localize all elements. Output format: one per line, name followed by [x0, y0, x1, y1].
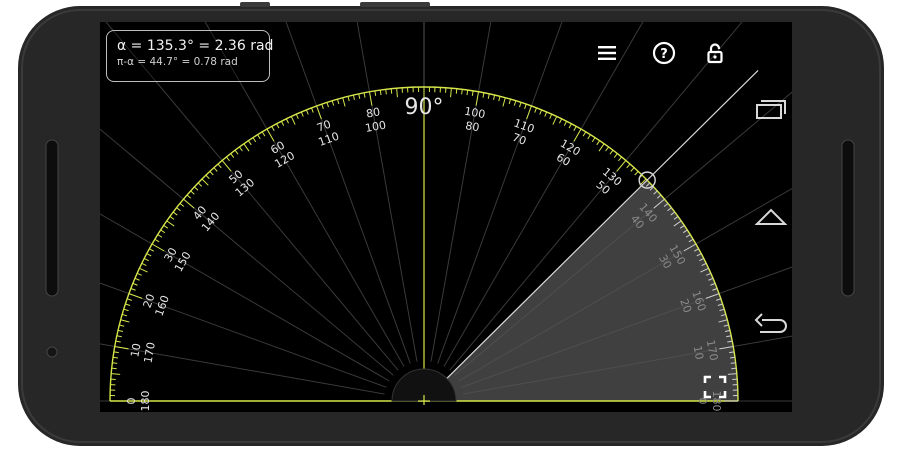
scale-tick — [729, 356, 736, 359]
scale-tick — [466, 89, 469, 96]
scale-label-outer: 0 — [125, 398, 138, 405]
home-icon[interactable] — [752, 200, 790, 232]
volume-button — [240, 2, 270, 7]
scale-tick — [461, 89, 463, 95]
scale-tick — [455, 88, 458, 94]
scale-tick — [385, 89, 387, 95]
scale-tick — [111, 367, 117, 370]
scale-label-outer: 10 — [128, 342, 143, 358]
scale-tick — [731, 367, 737, 370]
angle-info-panel[interactable]: α = 135.3° = 2.36 rad π-α = 44.7° = 0.78… — [106, 30, 274, 82]
help-icon[interactable]: ? — [651, 40, 677, 66]
left-speaker — [45, 139, 59, 297]
recent-apps-icon[interactable] — [752, 94, 790, 126]
scale-tick — [730, 362, 736, 364]
right-speaker — [841, 139, 855, 297]
scale-label-inner: 80 — [464, 119, 480, 134]
scale-tick — [390, 88, 393, 94]
scale-label-outer: 80 — [365, 105, 381, 120]
supplement-readout: π-α = 44.7° = 0.78 rad — [117, 56, 238, 68]
fullscreen-icon[interactable] — [702, 374, 728, 400]
scale-tick — [379, 89, 382, 96]
front-camera — [46, 346, 58, 358]
scale-tick — [112, 362, 118, 364]
svg-text:?: ? — [660, 47, 668, 62]
power-button — [360, 2, 430, 7]
lock-icon[interactable] — [702, 40, 728, 66]
scale-label-inner: 10 — [691, 345, 706, 361]
angle-readout: α = 135.3° = 2.36 rad — [117, 38, 274, 54]
degree-label-90: 90° — [405, 95, 444, 120]
scale-label-inner: 180 — [139, 391, 152, 412]
back-icon[interactable] — [752, 310, 790, 342]
scale-tick — [112, 356, 119, 359]
menu-icon[interactable] — [594, 40, 620, 66]
